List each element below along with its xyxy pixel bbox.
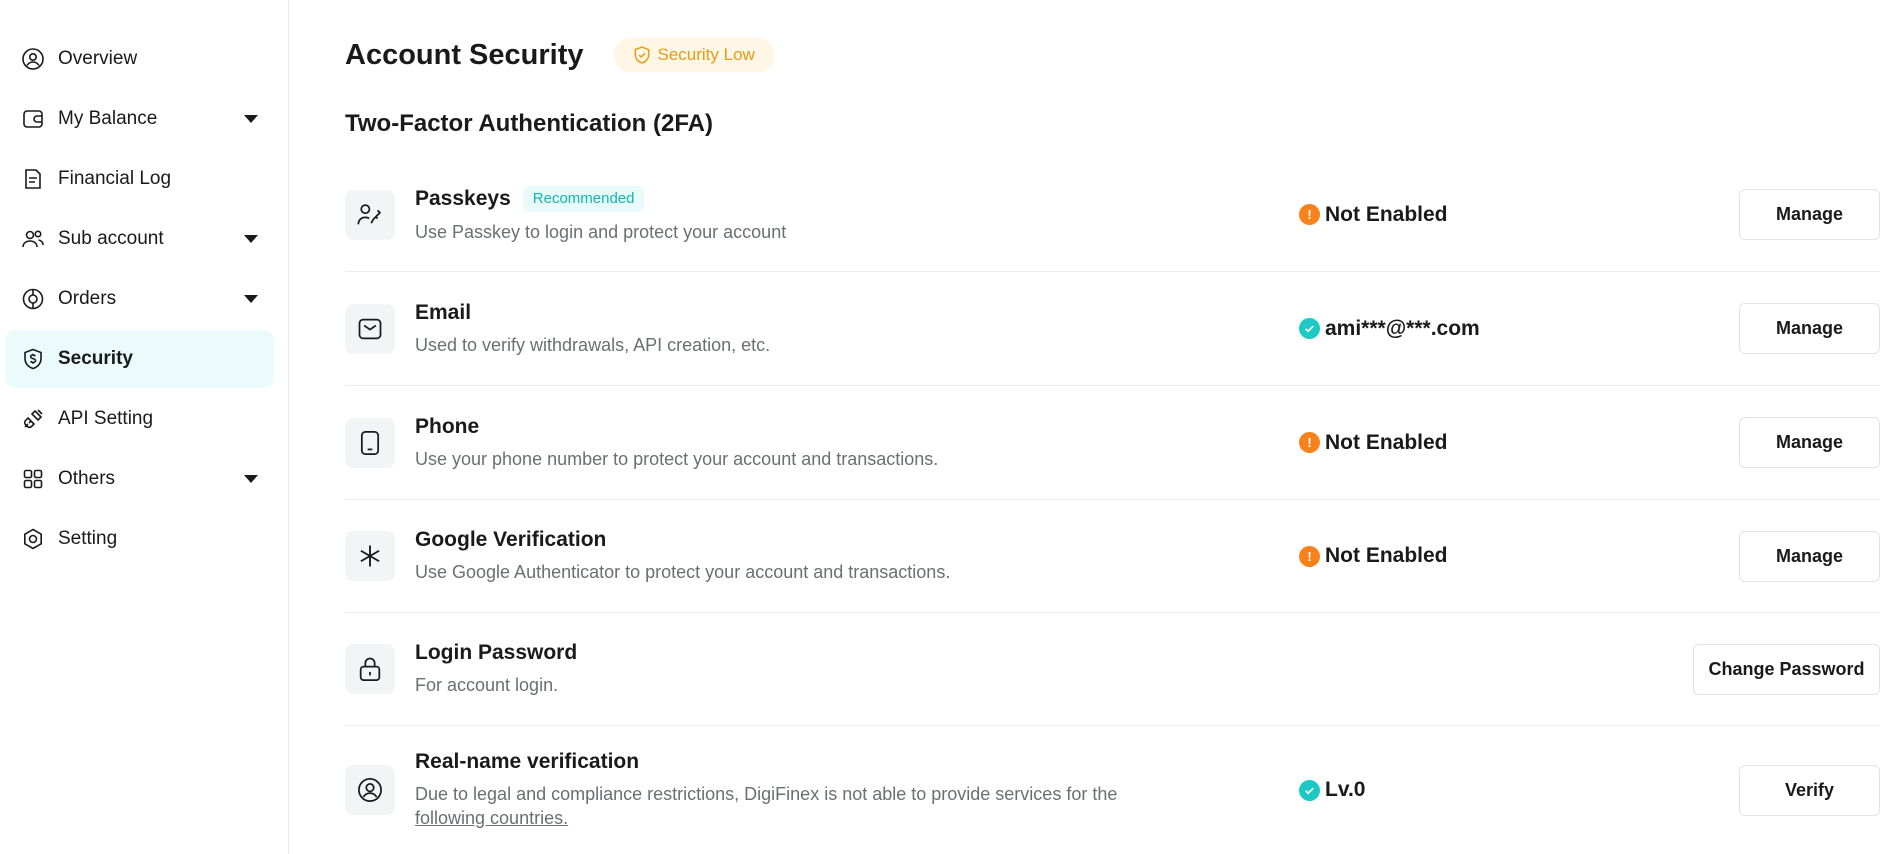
- manage-email-button[interactable]: Manage: [1739, 303, 1880, 354]
- sidebar-item-others[interactable]: Others: [5, 450, 274, 508]
- shield-dollar-icon: [20, 346, 46, 372]
- page-header: Account Security Security Low: [345, 38, 775, 72]
- security-row-real-name-verification: Real-name verification Due to legal and …: [345, 726, 1880, 854]
- sidebar-item-sub-account[interactable]: Sub account: [5, 210, 274, 268]
- row-description: Due to legal and compliance restrictions…: [415, 782, 1215, 830]
- row-status: Lv.0: [1299, 778, 1365, 802]
- security-row-phone: Phone Use your phone number to protect y…: [345, 386, 1880, 500]
- sidebar-item-label: Others: [58, 468, 116, 489]
- sidebar-item-overview[interactable]: Overview: [5, 30, 274, 88]
- api-plug-icon: [20, 406, 46, 432]
- chevron-down-icon[interactable]: [244, 295, 258, 303]
- mail-icon: [345, 303, 395, 354]
- main-content: Account Security Security Low Two-Factor…: [345, 0, 1880, 854]
- security-row-passkeys: Passkeys Recommended Use Passkey to logi…: [345, 158, 1880, 272]
- sidebar-item-label: Setting: [58, 528, 118, 549]
- sidebar-item-label: Security: [58, 348, 133, 369]
- user-id-icon: [345, 765, 395, 815]
- security-level-badge: Security Low: [613, 38, 775, 72]
- manage-google-verification-button[interactable]: Manage: [1739, 530, 1880, 582]
- row-title: Google Verification: [415, 528, 607, 551]
- status-text: ami***@***.com: [1325, 316, 1480, 340]
- gear-icon: [20, 526, 46, 552]
- row-title: Email: [415, 300, 472, 324]
- chevron-down-icon[interactable]: [244, 475, 258, 483]
- recommended-badge: Recommended: [522, 185, 645, 212]
- sidebar-item-security[interactable]: Security: [5, 330, 274, 388]
- sidebar-item-label: API Setting: [58, 408, 154, 429]
- sidebar-item-api-setting[interactable]: API Setting: [5, 390, 274, 448]
- chevron-down-icon[interactable]: [244, 235, 258, 243]
- row-title: Login Password: [415, 641, 578, 664]
- section-title: Two-Factor Authentication (2FA): [345, 110, 713, 137]
- sidebar-item-label: My Balance: [58, 108, 158, 129]
- sidebar-item-label: Sub account: [58, 228, 164, 249]
- sidebar-item-my-balance[interactable]: My Balance: [5, 90, 274, 148]
- lock-icon: [345, 644, 395, 694]
- verify-button[interactable]: Verify: [1739, 764, 1880, 816]
- sidebar: Overview My Balance Financial Log Sub ac…: [0, 0, 289, 854]
- row-description: For account login.: [415, 675, 559, 695]
- orders-icon: [20, 286, 46, 312]
- row-description: Used to verify withdrawals, API creation…: [415, 334, 771, 355]
- restricted-countries-link[interactable]: following countries.: [415, 808, 568, 828]
- security-level-text: Security Low: [657, 45, 755, 64]
- sidebar-item-setting[interactable]: Setting: [5, 510, 274, 568]
- row-title: Passkeys: [415, 186, 511, 210]
- user-circle-icon: [20, 46, 46, 72]
- authenticator-asterisk-icon: [345, 531, 395, 581]
- wallet-icon: [20, 106, 46, 132]
- sidebar-item-label: Financial Log: [58, 168, 172, 189]
- sidebar-item-financial-log[interactable]: Financial Log: [5, 150, 274, 208]
- security-row-email: Email Used to verify withdrawals, API cr…: [345, 272, 1880, 386]
- check-circle-icon: [1299, 318, 1320, 339]
- status-text: Not Enabled: [1325, 202, 1448, 226]
- row-status: ami***@***.com: [1299, 317, 1480, 341]
- grid-icon: [20, 466, 46, 492]
- page-title: Account Security: [345, 38, 584, 71]
- phone-icon: [345, 417, 395, 468]
- sidebar-item-label: Orders: [58, 288, 117, 309]
- warning-icon: !: [1299, 432, 1320, 453]
- users-icon: [20, 226, 46, 252]
- security-row-google-verification: Google Verification Use Google Authentic…: [345, 500, 1880, 613]
- row-status: ! Not Enabled: [1299, 544, 1448, 568]
- row-description: Use Passkey to login and protect your ac…: [415, 221, 787, 242]
- check-circle-icon: [1299, 779, 1320, 801]
- row-description: Use Google Authenticator to protect your…: [415, 562, 951, 582]
- status-text: Not Enabled: [1325, 544, 1448, 567]
- row-description-text: Due to legal and compliance restrictions…: [415, 784, 1118, 804]
- shield-check-icon: [634, 46, 649, 64]
- sidebar-item-label: Overview: [58, 48, 138, 69]
- status-text: Not Enabled: [1325, 430, 1448, 454]
- row-status: ! Not Enabled: [1299, 431, 1448, 455]
- status-text: Lv.0: [1325, 778, 1366, 801]
- warning-icon: !: [1299, 545, 1320, 567]
- sidebar-item-orders[interactable]: Orders: [5, 270, 274, 328]
- change-password-button[interactable]: Change Password: [1693, 643, 1880, 695]
- warning-icon: !: [1299, 204, 1320, 225]
- row-title: Real-name verification: [415, 750, 640, 773]
- manage-passkeys-button[interactable]: Manage: [1739, 189, 1880, 240]
- row-description: Use your phone number to protect your ac…: [415, 448, 939, 469]
- security-row-login-password: Login Password For account login. Change…: [345, 613, 1880, 726]
- manage-phone-button[interactable]: Manage: [1739, 417, 1880, 468]
- chevron-down-icon[interactable]: [244, 115, 258, 123]
- document-icon: [20, 166, 46, 192]
- passkey-icon: [345, 189, 395, 240]
- row-title: Phone: [415, 414, 480, 438]
- row-status: ! Not Enabled: [1299, 203, 1448, 227]
